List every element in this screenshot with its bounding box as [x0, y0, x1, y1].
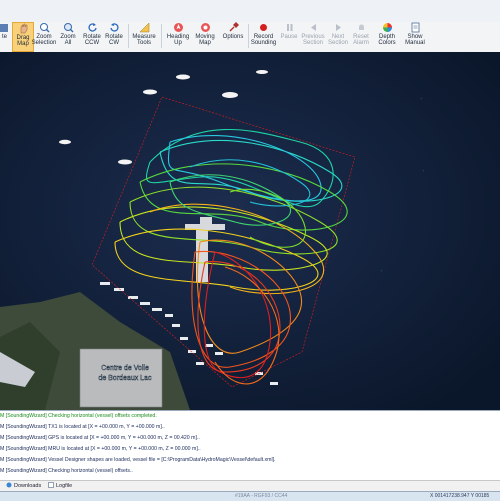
log-line: M [SoundingWizard] Vessel Designer shape…: [0, 457, 276, 463]
record-icon: [258, 22, 269, 33]
tab-downloads-label: Downloads: [14, 483, 42, 489]
drag-map-label: Drag Map: [16, 35, 30, 48]
pause-icon: [284, 22, 295, 33]
heading-up-label: Heading Up: [166, 34, 190, 47]
ribbon-separator: [128, 24, 129, 48]
tab-downloads[interactable]: Downloads: [6, 482, 41, 490]
map-view[interactable]: Centre de Voile de Bordeaux Lac + + +: [0, 52, 500, 410]
tab-logfile[interactable]: Logfile: [48, 482, 72, 490]
rotate-cw-icon: [109, 22, 120, 33]
previous-icon: [308, 22, 319, 33]
rotate-cw-button[interactable]: Rotate CW: [104, 22, 124, 50]
rotate-ccw-icon: [87, 22, 98, 33]
options-button[interactable]: Options: [221, 22, 245, 50]
map-place-label: Centre de Voile: [101, 365, 149, 372]
map-place-label-2: de Bordeaux Lac: [99, 375, 152, 382]
ribbon-separator: [161, 24, 162, 48]
heading-up-button[interactable]: Heading Up: [166, 22, 190, 50]
bottom-tabs: Downloads Logfile: [0, 480, 500, 491]
moving-map-label: Moving Map: [195, 34, 215, 47]
rotate-ccw-button[interactable]: Rotate CCW: [82, 22, 102, 50]
ribbon-title-strip: [0, 0, 500, 22]
zoom-all-label: Zoom All: [60, 34, 76, 47]
show-manual-button[interactable]: Show Manual: [402, 22, 428, 50]
status-projection: #19AA - RGF93 / CC44: [235, 493, 288, 499]
partial-button-label: te: [1, 34, 7, 40]
next-icon: [333, 22, 344, 33]
hand-icon: [18, 23, 29, 34]
logfile-icon: [48, 482, 54, 490]
log-line: M [SoundingWizard] MRU is located at [X …: [0, 446, 201, 452]
record-sounding-label: Record Sounding: [250, 34, 277, 47]
pause-label: Pause: [280, 34, 298, 40]
measure-tools-button[interactable]: Measure Tools: [131, 22, 157, 50]
map-canvas: Centre de Voile de Bordeaux Lac +++: [0, 52, 500, 410]
alarm-icon: [356, 22, 367, 33]
pause-button[interactable]: Pause: [279, 22, 299, 50]
next-section-label: Next Section: [327, 34, 348, 47]
color-wheel-icon: [382, 22, 393, 33]
depth-colors-label: Depth Colors: [378, 34, 396, 47]
rotate-ccw-label: Rotate CCW: [83, 34, 101, 47]
heading-up-icon: [173, 22, 184, 33]
zoom-all-button[interactable]: Zoom All: [58, 22, 78, 50]
reset-alarm-label: Reset Alarm: [353, 34, 369, 47]
next-section-button[interactable]: Next Section: [327, 22, 349, 50]
previous-section-button[interactable]: Previous Section: [300, 22, 326, 50]
zoom-selection-button[interactable]: Zoom Selection: [32, 22, 56, 50]
zoom-selection-icon: [39, 22, 50, 33]
download-icon: [6, 482, 12, 490]
log-line: M [SoundingWizard] GPS is located at [X …: [0, 435, 200, 441]
tab-logfile-label: Logfile: [56, 483, 73, 489]
record-sounding-button[interactable]: Record Sounding: [250, 22, 277, 50]
moving-map-icon: [200, 22, 211, 33]
measure-tools-label: Measure Tools: [132, 34, 156, 47]
zoom-selection-label: Zoom Selection: [31, 34, 57, 47]
previous-section-label: Previous Section: [301, 34, 325, 47]
zoom-all-icon: [63, 22, 74, 33]
ribbon-separator: [248, 24, 249, 48]
depth-colors-button[interactable]: Depth Colors: [375, 22, 399, 50]
options-label: Options: [222, 34, 244, 40]
log-panel: M [SoundingWizard] Checking horizontal (…: [0, 410, 500, 481]
log-line: M [SoundingWizard] Checking horizontal (…: [0, 468, 133, 474]
log-line: M [SoundingWizard] Checking horizontal (…: [0, 413, 157, 419]
reset-alarm-button[interactable]: Reset Alarm: [350, 22, 372, 50]
moving-map-button[interactable]: Moving Map: [193, 22, 217, 50]
log-line: M [SoundingWizard] TX1 is located at [X …: [0, 424, 165, 430]
status-coordinates: X 001417238.947 Y 00185: [430, 493, 490, 499]
manual-icon: [410, 22, 421, 33]
partial-icon: [0, 22, 10, 33]
rotate-cw-label: Rotate CW: [105, 34, 123, 47]
ruler-icon: [138, 22, 150, 33]
ribbon-toolbar: te Drag Map Zoom Selection Zoom All Rota…: [0, 0, 500, 53]
partial-button[interactable]: te: [0, 22, 9, 50]
show-manual-label: Show Manual: [405, 34, 425, 47]
wrench-icon: [228, 22, 239, 33]
